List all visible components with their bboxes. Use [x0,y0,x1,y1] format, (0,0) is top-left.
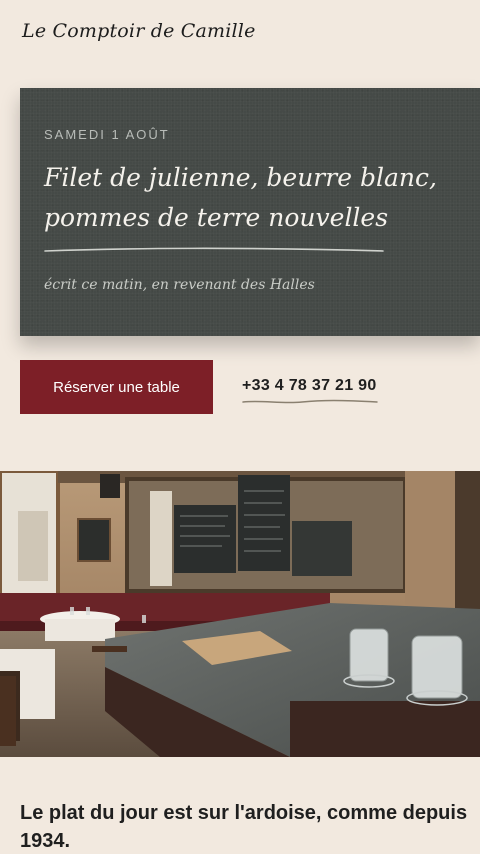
special-note: écrit ce matin, en revenant des Halles [44,277,315,293]
daily-special-slate: SAMEDI 1 AOÛT Filet de julienne, beurre … [20,88,480,336]
phone-link[interactable]: +33 4 78 37 21 90 [242,377,377,395]
brand-logo[interactable]: Le Comptoir de Camille [22,20,256,42]
restaurant-interior-photo [0,471,480,757]
reserve-table-button[interactable]: Réserver une table [20,360,213,414]
special-dish-title: Filet de julienne, beurre blanc, pommes … [44,163,437,232]
special-date: SAMEDI 1 AOÛT [44,127,170,142]
phone-underline [242,399,378,404]
tagline: Le plat du jour est sur l'ardoise, comme… [20,802,468,852]
chalk-underline [44,247,384,252]
